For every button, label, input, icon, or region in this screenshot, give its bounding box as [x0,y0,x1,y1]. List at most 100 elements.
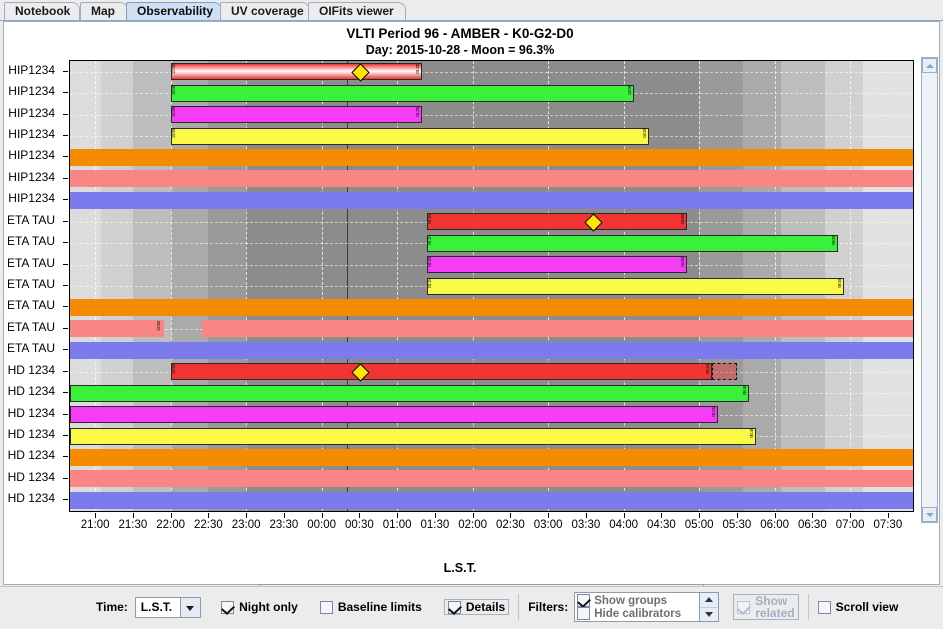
x-axis-tick [359,513,361,518]
spinner-down-button[interactable] [700,607,719,621]
y-axis-tick-label: ETA TAU [6,341,55,356]
y-axis-tick [63,435,68,436]
observability-bar-moon-sep-[interactable] [170,127,649,145]
baseline-limits-checkbox[interactable]: Baseline limits [319,600,422,614]
y-axis-tick-label: ETA TAU [6,234,55,249]
filters-spinner[interactable] [699,593,719,621]
x-axis-tick [736,513,738,518]
filter-item-show-groups[interactable]: Show groups [577,594,697,607]
y-axis-tick-label: HD 1234 [7,448,55,463]
observability-bar-g2-d0[interactable] [70,491,913,509]
x-axis-tick-label: 07:30 [873,519,903,531]
y-axis-tick-label: HIP1234 [8,84,55,99]
observability-bar-moon-sep-[interactable] [427,277,844,295]
observability-bar-k0-g2[interactable] [70,298,913,316]
observability-bar-k0-d0[interactable] [70,320,165,338]
scroll-down-button[interactable] [922,507,937,522]
tab-map[interactable]: Map [80,2,128,21]
observability-bar-moon-sep-[interactable] [70,427,756,445]
y-axis-tick [63,349,68,351]
y-axis-tick-label: HIP1234 [8,62,55,77]
triangle-up-icon [705,597,714,602]
observability-bar-science[interactable] [427,213,687,231]
y-axis-tick [63,392,68,394]
aspro-observability-window: Notebook Map Observability UV coverage O… [0,0,943,629]
y-axis-tick [63,156,68,158]
y-axis-tick-label: HD 1234 [7,405,55,420]
checkbox-box[interactable] [319,600,333,614]
observability-bar-science[interactable] [170,63,423,81]
checkbox-box[interactable] [817,600,831,614]
checkbox-box[interactable] [577,607,591,620]
x-axis-tick [170,513,172,518]
x-axis-tick [585,513,587,518]
x-axis-tick [132,513,134,518]
spinner-up-button[interactable] [700,593,719,608]
time-system-dropdown[interactable]: L.S.T. [134,596,202,618]
tab-observability[interactable]: Observability [126,2,222,21]
bar-start-time-label: 22:00 [170,363,176,374]
bar-start-time-label: 01:24 [427,213,433,224]
observability-bar-rise-set[interactable] [70,384,750,402]
y-axis-tick [63,220,68,222]
bar-end-time-label: 05:40 [742,385,748,395]
chevron-down-icon [926,513,934,517]
y-axis-tick-label: HIP1234 [8,105,55,120]
observability-bar-horizon[interactable] [70,406,718,424]
toolbar-separator [0,586,943,587]
observability-bar-k0-d0[interactable] [70,170,913,188]
checkbox-box[interactable] [447,600,461,614]
x-axis-tick [246,513,248,518]
show-related-checkbox: Show related [733,594,799,620]
observability-bar-k0-d0[interactable] [70,470,913,488]
x-axis-label: L.S.T. [443,561,477,575]
plot-area[interactable]: Made by ASPRO2/JMMC 22:0001:2022:0004:08… [69,60,914,512]
night-only-checkbox[interactable]: Night only [221,600,298,614]
observability-bar-rise-set[interactable] [427,234,838,252]
y-axis-tick [63,113,68,115]
x-axis-tick [623,513,625,518]
night-only-label: Night only [239,600,298,614]
checkbox-box[interactable] [221,600,235,614]
tab-notebook[interactable]: Notebook [4,2,80,21]
x-axis-tick [774,513,776,518]
bar-start-time-label: 01:24 [427,256,433,267]
tab-uv-coverage[interactable]: UV coverage [220,2,310,21]
observability-bar-k0-g2[interactable] [70,448,913,466]
y-axis-tick [63,413,68,415]
bar-end-time-label: 06:55 [836,278,842,288]
tab-oifits-viewer[interactable]: OIFits viewer [308,2,406,21]
bar-end-time-label: 05:45 [748,428,754,438]
bar-end-time-label: 05:15 [710,406,716,417]
observability-bar-k0-g2[interactable] [70,148,913,166]
y-axis-tick [63,242,68,244]
bar-edge-time-label: 22:00 [156,320,162,331]
tab-bar: Notebook Map Observability UV coverage O… [0,0,943,21]
filter-item-hide-calibrators[interactable]: Hide calibrators [577,607,697,620]
observability-bar-g2-d0[interactable] [70,191,913,209]
time-label: Time: [96,600,128,614]
observability-bar-horizon[interactable] [170,106,423,124]
y-axis-tick [63,199,68,201]
bar-end-time-label: 01:20 [415,63,421,74]
scroll-up-button[interactable] [922,58,937,73]
y-axis-tick-label: HD 1234 [7,427,55,441]
observability-bar-science[interactable] [170,363,712,381]
checkbox-box[interactable] [577,594,591,607]
y-axis-tick-label: ETA TAU [6,255,55,270]
y-axis-tick [63,456,68,458]
chevron-down-icon[interactable] [180,597,201,617]
observability-bar-rise-set[interactable] [170,84,634,102]
chart-vertical-scrollbar[interactable] [921,57,938,523]
observability-bar-g2-d0[interactable] [70,341,913,359]
details-checkbox[interactable]: Details [443,599,510,615]
scroll-view-checkbox[interactable]: Scroll view [817,600,898,614]
observability-bar-k0-d0[interactable] [202,320,913,338]
x-axis-tick [548,513,550,518]
observation-block-selection[interactable] [711,363,737,381]
x-axis-tick [397,513,399,518]
bar-end-time-label: 06:50 [830,235,836,245]
observability-bar-horizon[interactable] [427,256,687,274]
observability-chart-panel: VLTI Period 96 - AMBER - K0-G2-D0 Day: 2… [3,21,940,604]
filters-list[interactable]: Show groups Hide calibrators [574,592,720,622]
